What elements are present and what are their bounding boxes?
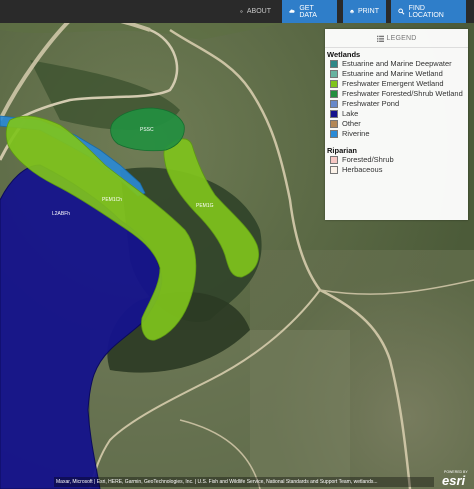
gear-icon (240, 10, 243, 13)
print-button[interactable]: PRINT (343, 0, 386, 23)
legend-swatch (330, 130, 338, 138)
legend-item-label: Riverine (342, 129, 370, 138)
legend-item-label: Herbaceous (342, 165, 383, 174)
print-icon (350, 9, 354, 14)
legend-swatch (330, 120, 338, 128)
legend-item-wetlands: Estuarine and Marine Wetland (325, 69, 468, 79)
top-toolbar: ABOUT GET DATA PRINT FIND LOCATION (0, 0, 474, 23)
emergent-left-label: PEM1Ch (102, 197, 122, 203)
list-icon (376, 35, 384, 42)
legend-item-label: Estuarine and Marine Deepwater (342, 59, 452, 68)
get-data-label: GET DATA (299, 4, 317, 19)
legend-swatch (330, 80, 338, 88)
esri-logo[interactable]: POWERED BY esri (440, 470, 472, 488)
legend-panel: LEGEND Wetlands Estuarine and Marine Dee… (325, 29, 468, 220)
legend-swatch (330, 60, 338, 68)
riparian-legend-list: Forested/Shrub Herbaceous (325, 155, 468, 175)
wetlands-legend-list: Estuarine and Marine Deepwater Estuarine … (325, 59, 468, 139)
cloud-download-icon (289, 9, 295, 13)
print-label: PRINT (358, 8, 379, 15)
find-location-label: FIND LOCATION (408, 4, 444, 19)
legend-swatch (330, 100, 338, 108)
legend-swatch (330, 70, 338, 78)
legend-item-wetlands: Freshwater Emergent Wetland (325, 79, 468, 89)
legend-swatch (330, 166, 338, 174)
legend-item-wetlands: Freshwater Forested/Shrub Wetland (325, 89, 468, 99)
legend-item-wetlands: Estuarine and Marine Deepwater (325, 59, 468, 69)
legend-item-label: Forested/Shrub (342, 155, 394, 164)
search-icon (398, 8, 405, 15)
legend-item-label: Other (342, 119, 361, 128)
legend-item-label: Freshwater Pond (342, 99, 400, 108)
legend-item-wetlands: Lake (325, 109, 468, 119)
legend-item-label: Estuarine and Marine Wetland (342, 69, 443, 78)
legend-item-wetlands: Other (325, 119, 468, 129)
legend-item-wetlands: Riverine (325, 129, 468, 139)
legend-swatch (330, 110, 338, 118)
legend-item-label: Freshwater Emergent Wetland (342, 79, 444, 88)
legend-item-wetlands: Freshwater Pond (325, 99, 468, 109)
find-location-button[interactable]: FIND LOCATION (391, 0, 466, 23)
legend-swatch (330, 90, 338, 98)
esri-wordmark: esri (442, 473, 466, 488)
get-data-button[interactable]: GET DATA (282, 0, 337, 23)
about-label: ABOUT (246, 8, 271, 15)
about-button[interactable]: ABOUT (233, 0, 278, 23)
emergent-right-label: PEM1G (196, 203, 214, 209)
lake-label: L2ABFh (52, 211, 70, 217)
legend-item-riparian: Forested/Shrub (325, 155, 468, 165)
forested-shrub-label: PSSC (140, 127, 154, 133)
legend-item-label: Freshwater Forested/Shrub Wetland (342, 89, 463, 98)
legend-item-label: Lake (342, 109, 359, 118)
wetlands-section-title: Wetlands (327, 50, 361, 59)
legend-header[interactable]: LEGEND (325, 29, 468, 48)
map-attribution: Maxar, Microsoft | Esri, HERE, Garmin, G… (54, 477, 434, 487)
legend-title: LEGEND (386, 34, 417, 42)
legend-swatch (330, 156, 338, 164)
riparian-section-title: Riparian (327, 146, 358, 155)
legend-item-riparian: Herbaceous (325, 165, 468, 175)
